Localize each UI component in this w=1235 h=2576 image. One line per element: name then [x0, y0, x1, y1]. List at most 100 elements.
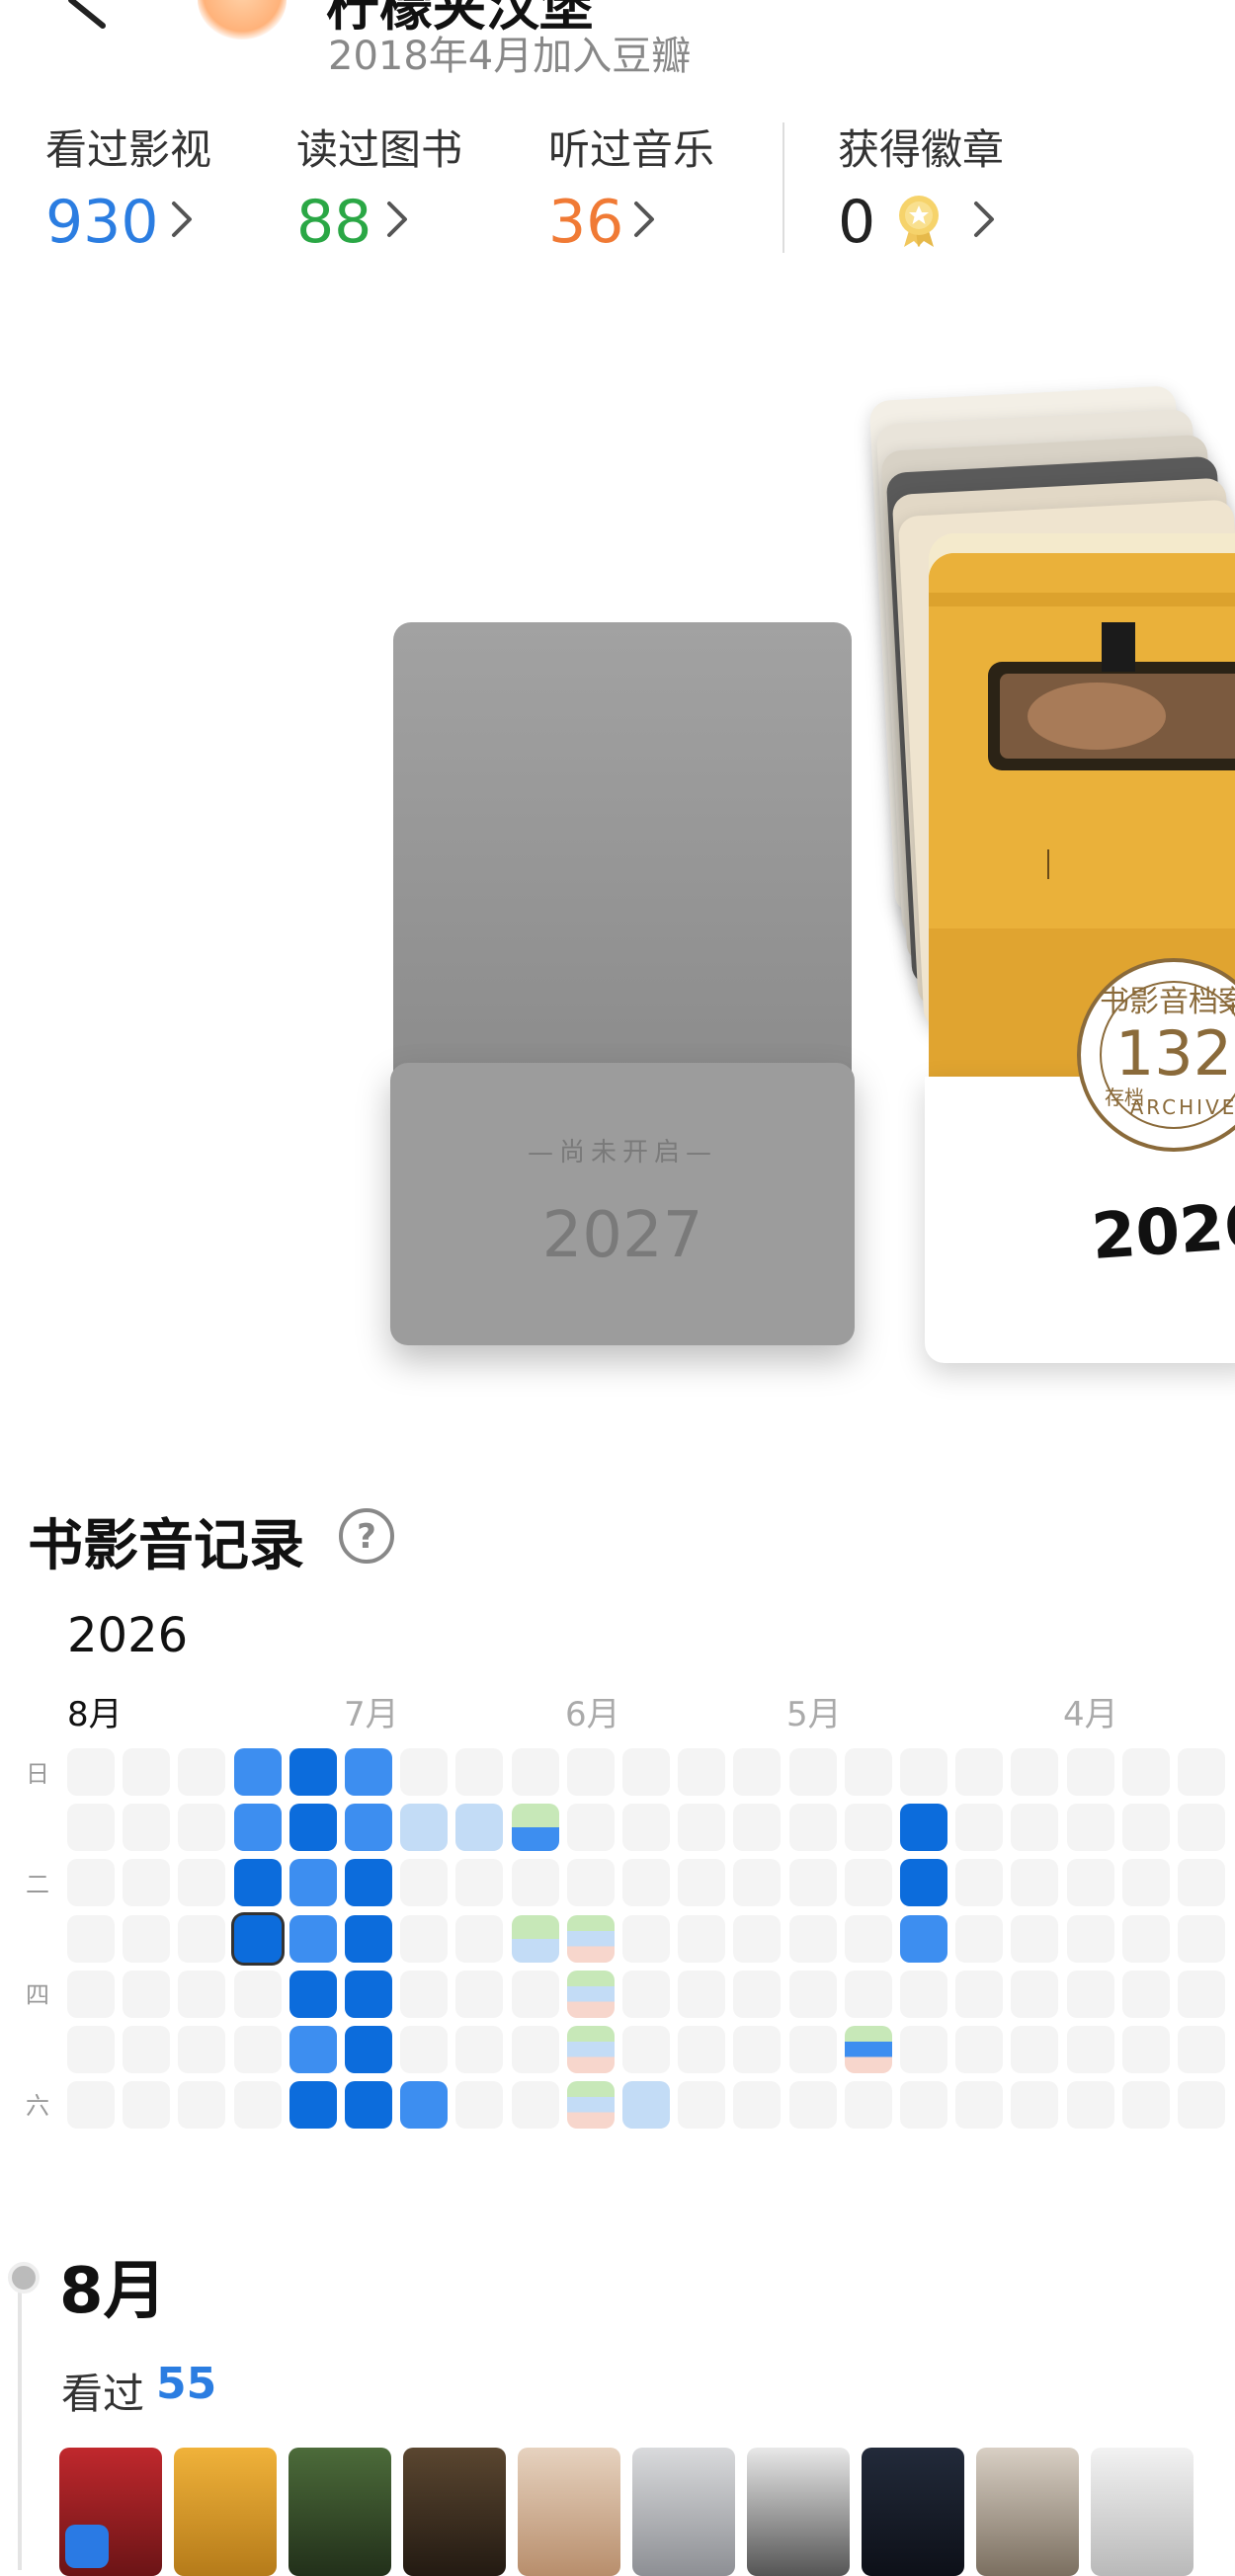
poster-thumbnail[interactable] — [518, 2448, 620, 2576]
poster-thumbnail[interactable] — [1091, 2448, 1194, 2576]
heatmap-day-cell[interactable] — [345, 2026, 392, 2073]
stat-value-music[interactable]: 36 — [548, 188, 623, 257]
heatmap-day-cell — [733, 1859, 782, 1907]
heatmap-day-cell — [1011, 1859, 1059, 1907]
chevron-right-icon[interactable] — [170, 198, 194, 241]
heatmap-day-cell[interactable] — [345, 1914, 392, 1963]
chevron-right-icon[interactable] — [385, 198, 409, 241]
heatmap-day-cell[interactable] — [288, 1859, 337, 1907]
heatmap-day-cell — [788, 1859, 837, 1907]
heatmap-day-cell[interactable] — [400, 1804, 449, 1852]
heatmap-day-cell[interactable] — [622, 2081, 670, 2130]
heatmap-day-cell — [1011, 2081, 1059, 2130]
heatmap-day-cell[interactable] — [345, 1804, 392, 1852]
heatmap-day-cell — [1178, 2081, 1225, 2130]
heatmap-day-cell — [455, 1970, 504, 2018]
heatmap-day-cell — [178, 1804, 226, 1852]
heatmap-day-cell — [178, 1970, 226, 2018]
stat-label-movies: 看过影视 — [45, 125, 212, 174]
heatmap-day-cell — [1178, 2026, 1225, 2073]
month-label: 7月 — [344, 1695, 399, 1734]
heatmap-day-cell — [233, 1970, 282, 2018]
heatmap-day-cell[interactable] — [345, 1970, 392, 2018]
heatmap-day-cell — [123, 1970, 171, 2018]
weekday-label: 日 — [26, 1760, 49, 1788]
poster-thumbnail[interactable] — [403, 2448, 506, 2576]
heatmap-day-cell[interactable] — [844, 2026, 892, 2073]
heatmap-day-cell[interactable] — [233, 1914, 282, 1963]
poster-thumbnail[interactable] — [976, 2448, 1079, 2576]
heatmap-day-cell — [788, 1748, 837, 1796]
chevron-right-icon[interactable] — [632, 198, 656, 241]
heatmap-day-cell[interactable] — [511, 1804, 559, 1852]
weekday-label: 六 — [26, 2092, 49, 2120]
heatmap-day-cell — [1178, 1970, 1225, 2018]
heatmap-day-cell[interactable] — [288, 1804, 337, 1852]
heatmap-day-cell — [566, 1804, 615, 1852]
heatmap-day-cell — [678, 1914, 726, 1963]
archive-seal: 书影音档案 132 存档 ARCHIVE — [1077, 958, 1235, 1152]
heatmap-day-cell[interactable] — [566, 1914, 615, 1963]
heatmap-day-cell — [733, 2081, 782, 2130]
stat-value-books[interactable]: 88 — [296, 188, 371, 257]
poster-thumbnail[interactable] — [174, 2448, 277, 2576]
heatmap-day-cell — [1121, 1970, 1170, 2018]
heatmap-day-cell — [844, 1748, 892, 1796]
heatmap-day-cell[interactable] — [900, 1804, 947, 1852]
poster-thumbnail[interactable] — [632, 2448, 735, 2576]
heatmap-day-cell[interactable] — [900, 1859, 947, 1907]
heatmap-day-cell — [678, 1859, 726, 1907]
poster-thumbnail[interactable] — [288, 2448, 391, 2576]
weekday-label: 四 — [26, 1981, 49, 2009]
heatmap-day-cell — [1066, 2026, 1114, 2073]
heatmap-day-cell — [955, 2081, 1004, 2130]
heatmap-day-cell[interactable] — [288, 1914, 337, 1963]
heatmap-day-cell[interactable] — [288, 1970, 337, 2018]
heatmap-day-cell[interactable] — [566, 2081, 615, 2130]
heatmap-day-cell[interactable] — [511, 1914, 559, 1963]
heatmap-day-cell — [1011, 2026, 1059, 2073]
heatmap-day-cell — [733, 1748, 782, 1796]
heatmap-day-cell[interactable] — [455, 1804, 504, 1852]
heatmap-day-cell[interactable] — [345, 1859, 392, 1907]
heatmap-day-cell — [123, 1748, 171, 1796]
heatmap-day-cell — [67, 2026, 115, 2073]
back-arrow-icon[interactable] — [59, 0, 119, 30]
heatmap-day-cell[interactable] — [566, 1970, 615, 2018]
heatmap-day-cell[interactable] — [288, 1748, 337, 1796]
chevron-right-icon[interactable] — [972, 198, 996, 241]
stat-value-badges[interactable]: 0 — [838, 188, 875, 257]
watched-count[interactable]: 55 — [156, 2359, 216, 2409]
heatmap-day-cell[interactable] — [288, 2026, 337, 2073]
heatmap-day-cell[interactable] — [345, 2081, 392, 2130]
heatmap-day-cell — [67, 1914, 115, 1963]
heatmap-day-cell — [1066, 1970, 1114, 2018]
poster-thumbnail[interactable] — [747, 2448, 850, 2576]
heatmap-day-cell — [455, 1859, 504, 1907]
poster-thumbnail[interactable] — [862, 2448, 964, 2576]
stat-value-movies[interactable]: 930 — [45, 188, 159, 257]
heatmap-day-cell[interactable] — [288, 2081, 337, 2130]
heatmap-day-cell — [1011, 1748, 1059, 1796]
heatmap-day-cell[interactable] — [233, 1804, 282, 1852]
heatmap-day-cell — [123, 2026, 171, 2073]
heatmap-day-cell[interactable] — [566, 2026, 615, 2073]
heatmap-day-cell — [455, 2026, 504, 2073]
heatmap-day-cell[interactable] — [900, 1914, 947, 1963]
heatmap-day-cell — [1178, 1804, 1225, 1852]
heatmap-day-cell[interactable] — [345, 1748, 392, 1796]
heatmap-day-cell — [955, 1748, 1004, 1796]
heatmap-day-cell — [1121, 1748, 1170, 1796]
heatmap-day-cell[interactable] — [400, 2081, 449, 2130]
heatmap-day-cell — [1121, 2081, 1170, 2130]
heatmap-day-cell[interactable] — [233, 1748, 282, 1796]
avatar[interactable] — [198, 0, 287, 40]
help-question-icon[interactable]: ? — [338, 1507, 395, 1565]
heatmap-day-cell — [788, 1914, 837, 1963]
heatmap-day-cell — [1066, 1804, 1114, 1852]
svg-text:?: ? — [357, 1517, 376, 1557]
more-options-icon[interactable] — [1102, 0, 1181, 10]
join-date: 2018年4月加入豆瓣 — [328, 34, 692, 79]
heatmap-day-cell — [955, 1970, 1004, 2018]
heatmap-day-cell[interactable] — [233, 1859, 282, 1907]
